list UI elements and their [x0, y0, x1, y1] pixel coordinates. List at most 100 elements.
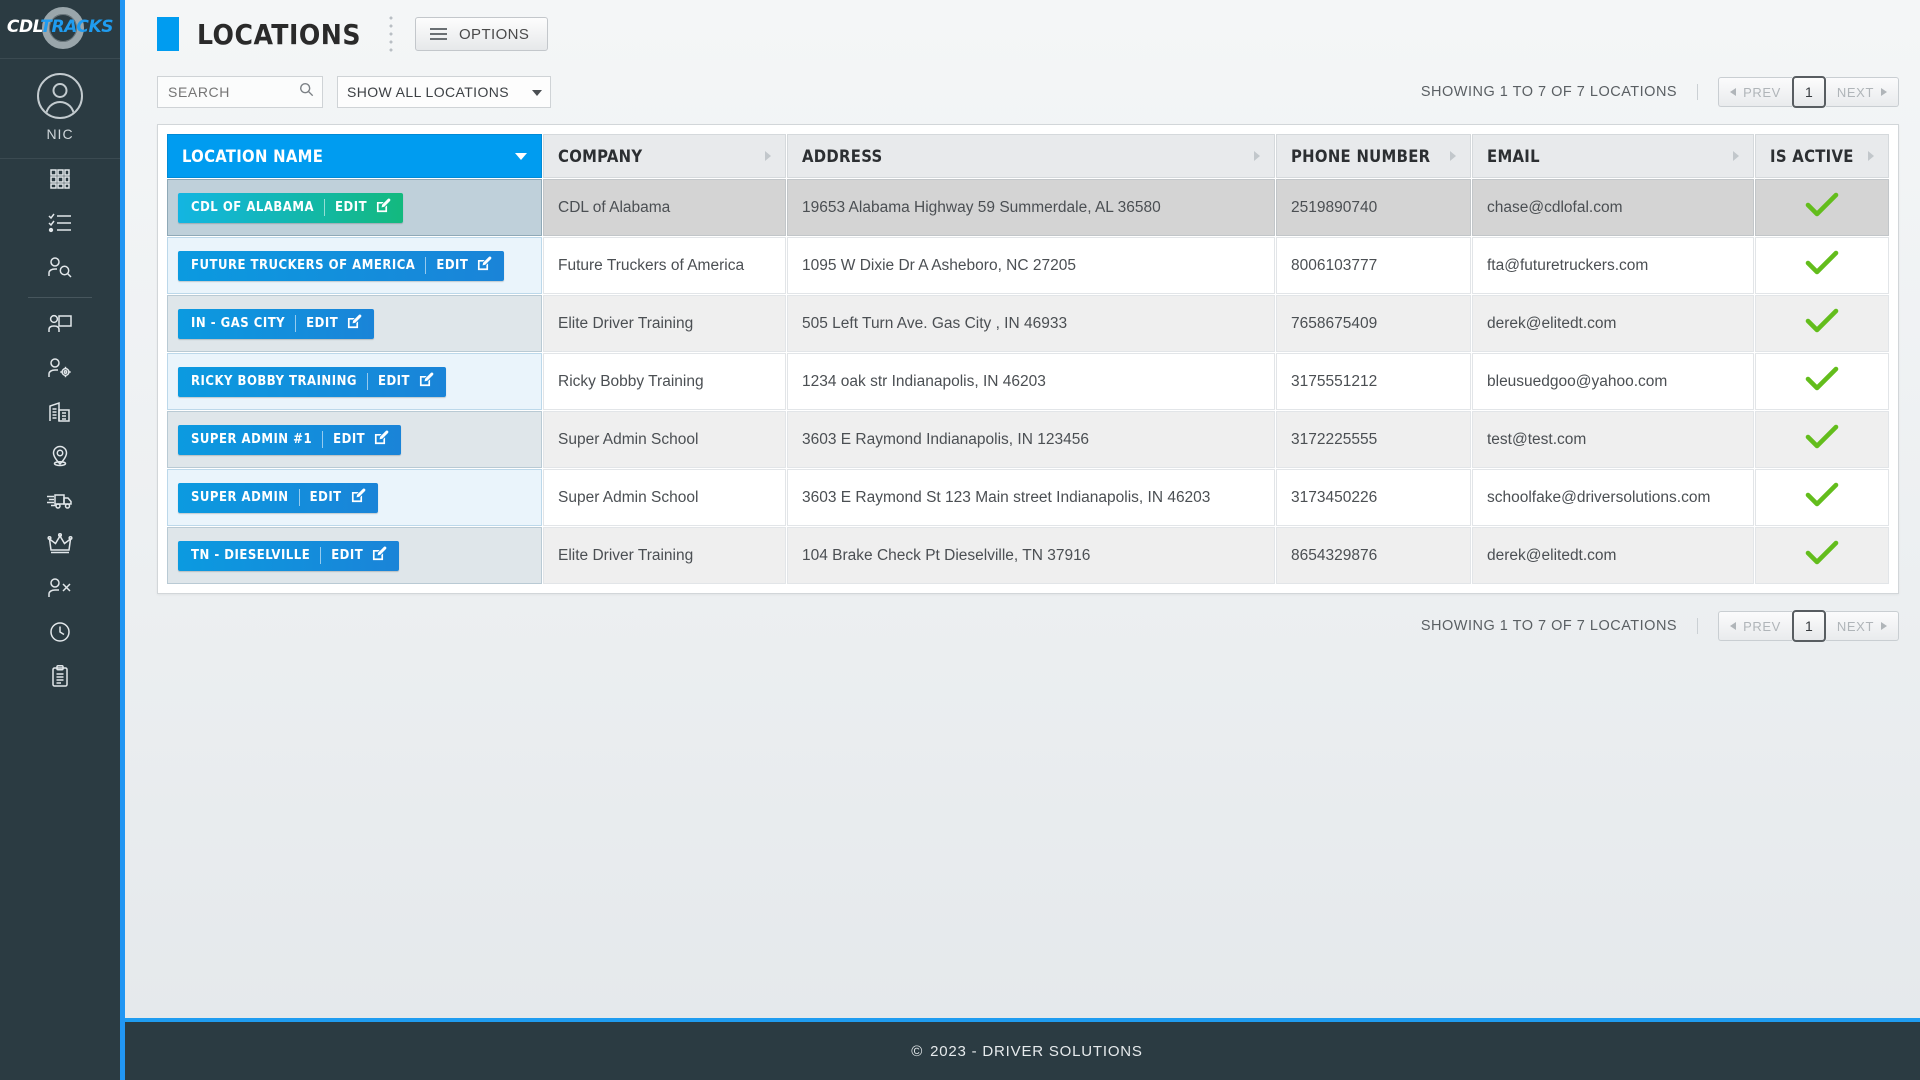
cell-location-name: SUPER ADMIN EDIT [167, 469, 542, 526]
edit-label: EDIT [309, 490, 342, 505]
main-content: LOCATIONS OPTIONS SHOW ALL LOCATIONS [120, 0, 1920, 1080]
grid-dashboard-icon [48, 167, 72, 196]
pagination-top: PREV 1 NEXT [1718, 76, 1899, 108]
hamburger-icon [429, 28, 447, 40]
table-row[interactable]: RICKY BOBBY TRAINING EDIT Ricky Bobby Trai… [167, 353, 1889, 410]
pagination-next-label: NEXT [1836, 84, 1874, 100]
chevron-left-icon [1730, 88, 1737, 96]
sidebar-item-locations[interactable] [0, 436, 120, 480]
user-name: NIC [46, 126, 74, 142]
cell-phone-number: 8006103777 [1276, 237, 1471, 294]
sidebar-item-companies[interactable] [0, 392, 120, 436]
sidebar-item-student-search[interactable] [0, 247, 120, 291]
search-input[interactable] [157, 76, 323, 108]
pagination-page-1[interactable]: 1 [1791, 76, 1826, 108]
column-header-email[interactable]: EMAIL [1472, 134, 1754, 178]
location-edit-button[interactable]: FUTURE TRUCKERS OF AMERICA EDIT [178, 250, 505, 281]
cell-location-name: RICKY BOBBY TRAINING EDIT [167, 353, 542, 410]
sidebar-item-admin[interactable] [0, 524, 120, 568]
table-row[interactable]: TN - DIESELVILLE EDIT Elite Driver Trainin… [167, 527, 1889, 584]
user-remove-icon [47, 576, 73, 605]
cell-company: Elite Driver Training [543, 295, 786, 352]
sidebar-nav [0, 159, 120, 700]
table-row[interactable]: FUTURE TRUCKERS OF AMERICA EDIT Future Tru… [167, 237, 1889, 294]
location-edit-button[interactable]: SUPER ADMIN EDIT [178, 482, 378, 513]
sort-chevron-right-icon [1868, 151, 1874, 161]
active-check-icon [1805, 424, 1839, 455]
page-header: LOCATIONS OPTIONS [125, 0, 1920, 68]
table-row[interactable]: IN - GAS CITY EDIT Elite Driver Training 50… [167, 295, 1889, 352]
sidebar-item-hours[interactable] [0, 612, 120, 656]
cell-is-active [1755, 411, 1889, 468]
chevron-left-icon [1730, 622, 1737, 630]
location-filter-select[interactable]: SHOW ALL LOCATIONS [337, 76, 551, 108]
sidebar-item-remove-user[interactable] [0, 568, 120, 612]
cell-email: test@test.com [1472, 411, 1754, 468]
sort-chevron-right-icon [1450, 151, 1456, 161]
divider [425, 257, 427, 274]
column-header-address[interactable]: ADDRESS [787, 134, 1275, 178]
sidebar-item-reports[interactable] [0, 656, 120, 700]
table-body: CDL OF ALABAMA EDIT CDL of Alabama 19653 Al… [167, 179, 1889, 584]
cell-email: bleusuedgoo@yahoo.com [1472, 353, 1754, 410]
cell-address: 505 Left Turn Ave. Gas City , IN 46933 [787, 295, 1275, 352]
presentation-user-icon [47, 312, 73, 341]
table-row[interactable]: SUPER ADMIN #1 EDIT Super Admin School 3603… [167, 411, 1889, 468]
column-header-location-name[interactable]: LOCATION NAME [167, 134, 542, 178]
cell-email: schoolfake@driversolutions.com [1472, 469, 1754, 526]
user-avatar-icon [37, 73, 83, 119]
location-edit-button[interactable]: IN - GAS CITY EDIT [178, 308, 375, 339]
divider [295, 315, 297, 332]
options-button-label: OPTIONS [458, 25, 530, 43]
app-root: CDLTRACKS NIC LOCATIONS OPTIONS SEARCH S… [0, 0, 1920, 1080]
table-header-row: LOCATION NAME COMPANY ADDRESS PHONE NUMBER E… [167, 134, 1889, 178]
showing-count-bottom: SHOWING 1 TO 7 OF 7 LOCATIONS [1421, 618, 1699, 634]
cell-company: Elite Driver Training [543, 527, 786, 584]
table-row[interactable]: SUPER ADMIN EDIT Super Admin School 3603 E … [167, 469, 1889, 526]
column-header-phone-number[interactable]: PHONE NUMBER [1276, 134, 1471, 178]
active-check-icon [1805, 250, 1839, 281]
brand-logo[interactable]: CDLTRACKS [0, 0, 120, 58]
footer-text: 2023 - DRIVER SOLUTIONS [930, 1042, 1143, 1060]
pagination-prev-button[interactable]: PREV [1718, 77, 1792, 107]
cell-location-name: SUPER ADMIN #1 EDIT [167, 411, 542, 468]
cell-address: 104 Brake Check Pt Dieselville, TN 37916 [787, 527, 1275, 584]
divider [298, 489, 300, 506]
sidebar-item-vehicles[interactable] [0, 480, 120, 524]
copyright-icon: © [911, 1042, 924, 1060]
location-edit-button[interactable]: SUPER ADMIN #1 EDIT [178, 424, 402, 455]
truck-icon [46, 488, 74, 517]
edit-pencil-icon [374, 430, 389, 449]
cell-address: 1095 W Dixie Dr A Asheboro, NC 27205 [787, 237, 1275, 294]
pagination-prev-label: PREV [1743, 84, 1781, 100]
sidebar-item-tasks[interactable] [0, 203, 120, 247]
pagination-page-1-bottom[interactable]: 1 [1791, 610, 1826, 642]
column-header-is-active[interactable]: IS ACTIVE [1755, 134, 1889, 178]
edit-label: EDIT [436, 258, 469, 273]
location-edit-button[interactable]: RICKY BOBBY TRAINING EDIT [178, 366, 446, 397]
divider [366, 373, 368, 390]
column-header-company[interactable]: COMPANY [543, 134, 786, 178]
location-edit-button[interactable]: CDL OF ALABAMA EDIT [178, 192, 404, 223]
column-header-label: LOCATION NAME [182, 146, 324, 166]
edit-label: EDIT [335, 200, 368, 215]
cell-address: 3603 E Raymond St 123 Main street Indian… [787, 469, 1275, 526]
pagination-next-button-bottom[interactable]: NEXT [1825, 611, 1899, 641]
location-edit-button[interactable]: TN - DIESELVILLE EDIT [178, 540, 400, 571]
cell-email: derek@elitedt.com [1472, 527, 1754, 584]
edit-label: EDIT [377, 374, 410, 389]
user-profile[interactable]: NIC [0, 59, 120, 158]
pagination-prev-button-bottom[interactable]: PREV [1718, 611, 1792, 641]
pagination-next-button[interactable]: NEXT [1825, 77, 1899, 107]
options-button[interactable]: OPTIONS [414, 17, 549, 51]
building-icon [47, 400, 73, 429]
location-name-label: FUTURE TRUCKERS OF AMERICA [191, 258, 416, 273]
sidebar-item-user-settings[interactable] [0, 348, 120, 392]
cell-location-name: CDL OF ALABAMA EDIT [167, 179, 542, 236]
cell-phone-number: 3175551212 [1276, 353, 1471, 410]
edit-pencil-icon [372, 546, 387, 565]
sidebar-item-training[interactable] [0, 304, 120, 348]
sidebar-item-dashboard[interactable] [0, 159, 120, 203]
table-row[interactable]: CDL OF ALABAMA EDIT CDL of Alabama 19653 Al… [167, 179, 1889, 236]
cell-phone-number: 2519890740 [1276, 179, 1471, 236]
